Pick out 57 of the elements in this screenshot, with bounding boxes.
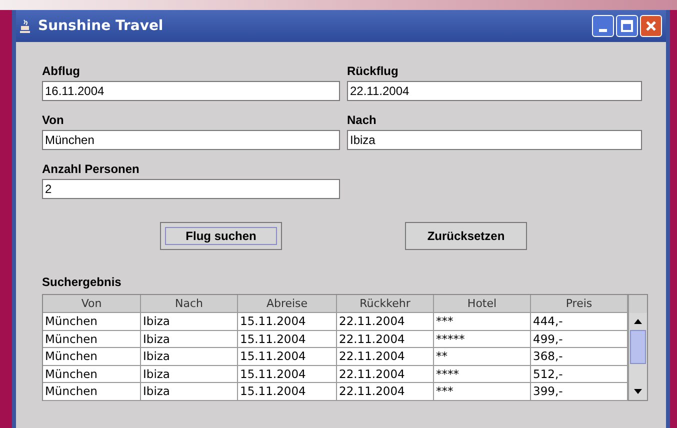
table-cell: Ibiza xyxy=(141,330,238,348)
table-cell: 15.11.2004 xyxy=(238,330,337,348)
scroll-thumb[interactable] xyxy=(630,330,646,364)
field-label: Rückflug xyxy=(347,63,400,80)
input-field[interactable]: 16.11.2004 xyxy=(42,81,340,101)
column-header[interactable]: Von xyxy=(43,295,141,313)
down-arrow-icon xyxy=(634,389,642,394)
table-cell: München xyxy=(43,348,141,365)
column-header[interactable]: Preis xyxy=(531,295,628,313)
window-title: Sunshine Travel xyxy=(38,16,164,36)
section-title: Suchergebnis xyxy=(42,274,122,290)
input-field[interactable]: Ibiza xyxy=(347,130,642,150)
table-cell: 22.11.2004 xyxy=(337,330,434,348)
table-cell: München xyxy=(43,383,141,400)
field-label: Anzahl Personen xyxy=(42,161,140,178)
table-cell: 22.11.2004 xyxy=(337,313,434,330)
table-cell: 22.11.2004 xyxy=(337,348,434,365)
table-cell: 22.11.2004 xyxy=(337,366,434,382)
table-cell: 15.11.2004 xyxy=(238,313,337,330)
table-cell: Ibiza xyxy=(141,383,238,400)
table-cell: Ibiza xyxy=(141,313,238,330)
input-field[interactable]: 2 xyxy=(42,179,340,199)
cup-icon xyxy=(20,19,30,33)
close-icon xyxy=(645,20,657,32)
input-field[interactable]: 22.11.2004 xyxy=(347,81,642,101)
table-cell: 15.11.2004 xyxy=(238,383,337,400)
table-cell: ***** xyxy=(434,330,531,348)
table-cell: München xyxy=(43,313,141,330)
column-header[interactable]: Rückkehr xyxy=(337,295,434,313)
close-button[interactable] xyxy=(640,15,662,37)
table-cell: München xyxy=(43,330,141,348)
table-corner xyxy=(629,295,647,313)
field-label: Nach xyxy=(347,112,378,129)
table-cell: ** xyxy=(434,348,531,365)
table-cell: 22.11.2004 xyxy=(337,383,434,400)
action-button[interactable]: Flug suchen xyxy=(160,222,282,250)
table-cell: Ibiza xyxy=(141,348,238,365)
action-button[interactable]: Zurücksetzen xyxy=(405,222,527,250)
up-arrow-icon xyxy=(634,319,642,324)
input-field[interactable]: München xyxy=(42,130,340,150)
table-cell: *** xyxy=(434,313,531,330)
minimize-button[interactable] xyxy=(592,15,614,37)
table-cell: Ibiza xyxy=(141,366,238,382)
table-cell: **** xyxy=(434,366,531,382)
table-cell: 15.11.2004 xyxy=(238,366,337,382)
maximize-button[interactable] xyxy=(616,15,638,37)
minimize-icon xyxy=(599,29,607,32)
scrollbar[interactable] xyxy=(628,295,647,400)
column-header[interactable]: Abreise xyxy=(238,295,337,313)
maximize-icon xyxy=(621,20,633,32)
column-header[interactable]: Nach xyxy=(141,295,238,313)
table-cell: *** xyxy=(434,383,531,400)
table-cell: München xyxy=(43,366,141,382)
field-label: Abflug xyxy=(42,63,81,80)
column-header[interactable]: Hotel xyxy=(434,295,531,313)
field-label: Von xyxy=(42,112,65,129)
table-cell: 15.11.2004 xyxy=(238,348,337,365)
